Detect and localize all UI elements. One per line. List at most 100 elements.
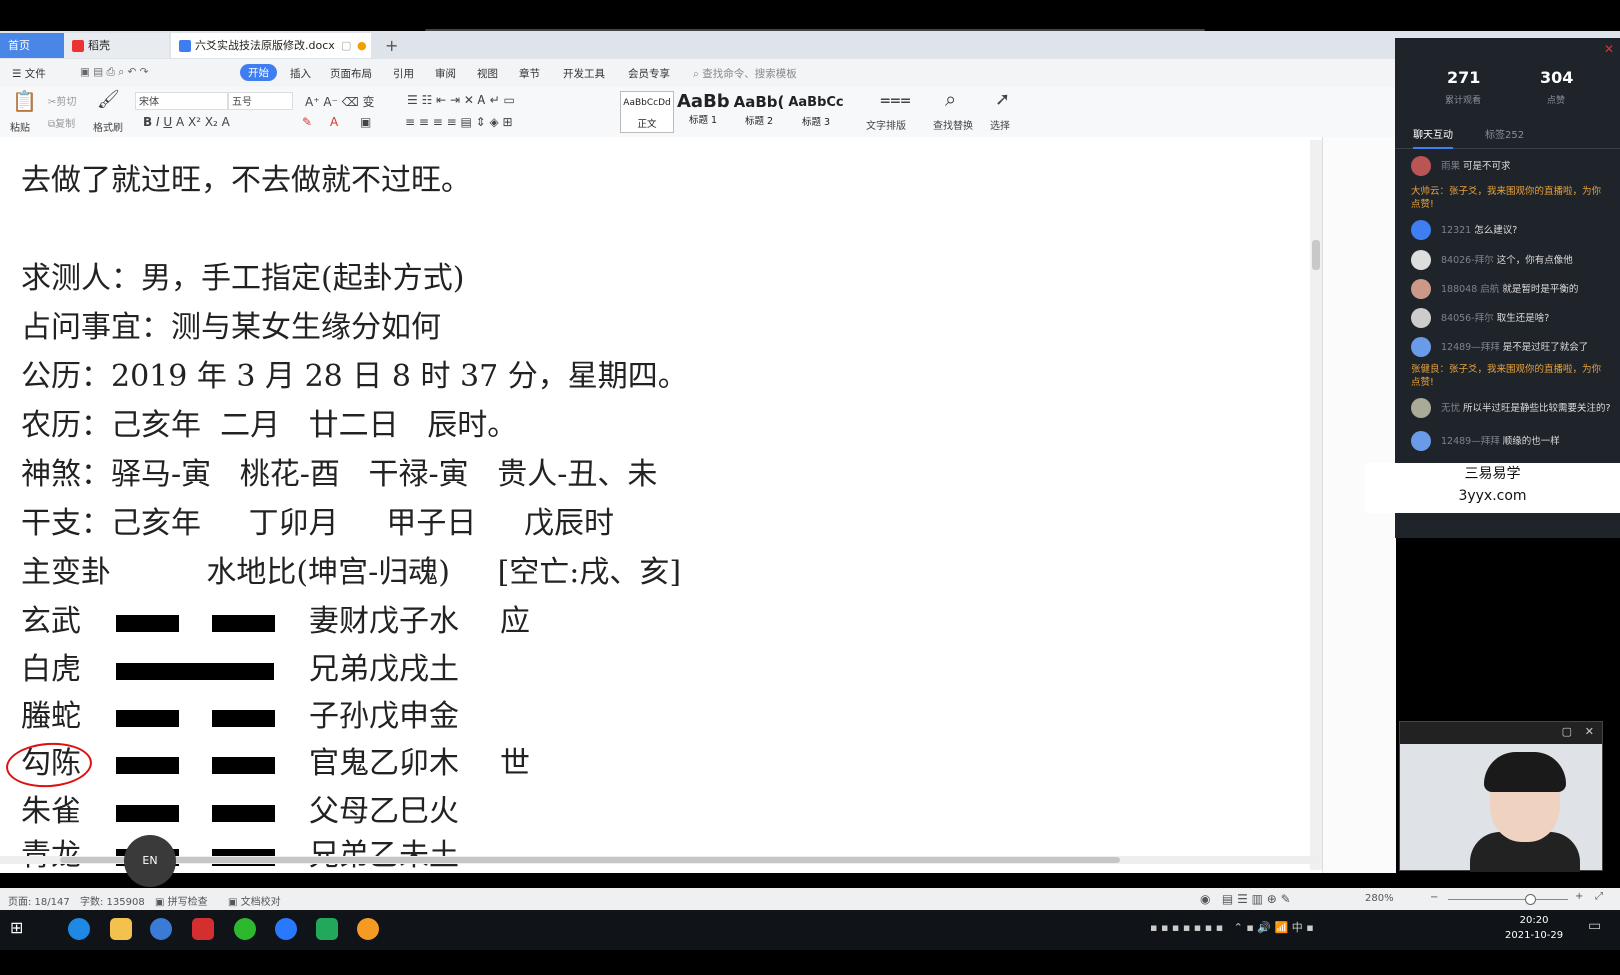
chat-user-name: 张健良 <box>1411 364 1440 375</box>
yin-line-segment <box>116 805 179 822</box>
yin-line-segment <box>212 757 275 774</box>
spell-check-label: 拼写检查 <box>167 897 208 908</box>
horizontal-scrollbar-thumb[interactable] <box>60 857 1120 863</box>
tab-tags[interactable]: 标签252 <box>1485 126 1524 141</box>
menu-insert[interactable]: 插入 <box>290 66 311 81</box>
windows-start-icon[interactable]: ⊞ <box>10 918 32 940</box>
brush-icon[interactable]: 🖌 <box>97 89 120 110</box>
proof-icon: ▣ <box>228 897 238 908</box>
zoom-slider[interactable] <box>1448 899 1568 900</box>
webcam-titlebar: ▢ ✕ <box>1400 722 1602 744</box>
text-layout-button[interactable]: 文字排版 <box>866 117 906 132</box>
menu-review[interactable]: 审阅 <box>435 66 456 81</box>
font-style-icons[interactable]: B I U A X² X₂ A <box>143 115 230 129</box>
ime-en-toggle[interactable]: EN <box>124 835 176 887</box>
tab-document[interactable]: 六爻实战技法原版修改.docx ▢ ● <box>171 33 371 58</box>
hexagram-relation: 妻财戊子水 <box>309 604 459 639</box>
font-name-select[interactable]: 宋体 <box>135 92 228 110</box>
maximize-icon[interactable]: ▢ <box>1562 725 1572 738</box>
app-orange-icon[interactable] <box>357 918 379 940</box>
command-search[interactable]: ⌕ 查找命令、搜索模板 <box>693 66 797 81</box>
browser-icon[interactable] <box>68 918 90 940</box>
wps-icon[interactable] <box>150 918 172 940</box>
wechat-icon[interactable] <box>234 918 256 940</box>
spell-check-icon: ▣ <box>155 897 165 908</box>
tab-monitor-icon[interactable]: ▢ <box>341 33 351 58</box>
paste-icon[interactable]: 📋 <box>12 89 37 113</box>
menu-vip[interactable]: 会员专享 <box>628 66 670 81</box>
tab-draft[interactable]: 稻壳 <box>64 33 169 58</box>
select-button[interactable]: 选择 <box>990 117 1010 132</box>
zoom-minus-icon[interactable]: − <box>1430 892 1438 903</box>
find-replace-button[interactable]: 查找替换 <box>933 117 973 132</box>
chat-text: 取生还是啥? <box>1496 313 1550 324</box>
ribbon-toolbar: 📋 粘贴 ✂剪切 ⧉复制 🖌 格式刷 宋体 五号 A⁺ A⁻ ⌫ 变 B I U… <box>0 87 1395 138</box>
cut-button[interactable]: ✂剪切 <box>48 93 76 108</box>
style-normal[interactable]: AaBbCcDd 正文 <box>620 91 674 133</box>
menu-file[interactable]: ☰ 文件 <box>12 66 46 81</box>
close-icon[interactable]: ✕ <box>1585 725 1594 738</box>
ime-indicator[interactable]: 中 <box>1292 921 1303 934</box>
font-size-select[interactable]: 五号 <box>228 92 293 110</box>
list-icons[interactable]: ☰ ☷ ⇤ ⇥ ✕ Ꭺ ↵ ▭ <box>407 93 515 108</box>
chat-user-name: 无忧 <box>1441 403 1461 414</box>
text-layout-icon: ⩶ <box>880 89 911 110</box>
doc-line-lunar-date: 农历：己亥年 二月 廿二日 辰时。 <box>21 408 518 443</box>
doc-proof-button[interactable]: ▣ 文档校对 <box>228 893 281 908</box>
presenter-hair <box>1484 752 1566 792</box>
tab-home[interactable]: 首页 <box>0 33 64 58</box>
like-count: 304 <box>1540 68 1574 87</box>
webcam-overlay[interactable]: ▢ ✕ <box>1399 721 1603 872</box>
fullscreen-icon[interactable]: ⤢ <box>1595 891 1603 902</box>
wps-office-icon[interactable] <box>192 918 214 940</box>
menu-start[interactable]: 开始 <box>240 64 277 81</box>
view-mode-icons[interactable]: ◉ ▤ ☰ ▥ ⊕ ✎ <box>1200 892 1291 906</box>
app-green-icon[interactable] <box>316 918 338 940</box>
chat-text: 顺缘的也一样 <box>1502 436 1560 447</box>
alignment-icons[interactable]: ≡ ≡ ≡ ≡ ▤ ⇕ ◈ ⊞ <box>405 115 513 129</box>
status-words[interactable]: 字数: 135908 <box>80 893 145 908</box>
style-normal-preview: AaBbCcDd <box>623 98 671 108</box>
font-color-icon[interactable]: A <box>330 115 338 129</box>
menu-layout[interactable]: 页面布局 <box>330 66 372 81</box>
system-tray-icons[interactable]: ▪ ▪ ▪ ▪ ▪ ▪ ▪ ⌃ ▪ 🔊 📶 中 ▪ <box>1150 919 1314 935</box>
tab-chat-interaction[interactable]: 聊天互动 <box>1413 126 1453 149</box>
style-heading-2[interactable]: AaBb( 标题 2 <box>732 91 786 131</box>
clock-date: 2021-10-29 <box>1505 930 1564 941</box>
word-doc-icon <box>179 40 191 52</box>
app-blue-icon[interactable] <box>275 918 297 940</box>
char-border-icon[interactable]: ▣ <box>360 115 371 129</box>
zoom-level[interactable]: 280% <box>1365 893 1394 904</box>
notification-icon[interactable]: ▭ <box>1588 918 1601 934</box>
chat-message: 雨果 可是不可求 <box>1441 160 1611 173</box>
spell-check-button[interactable]: ▣ 拼写检查 <box>155 893 208 908</box>
close-icon[interactable]: ✕ <box>1604 42 1614 56</box>
format-painter-button[interactable]: 格式刷 <box>93 119 123 134</box>
taskbar-clock[interactable]: 20:20 2021-10-29 <box>1505 913 1563 943</box>
watermark-title: 三易易学 <box>1464 466 1521 482</box>
hexagram-six-god: 螣蛇 <box>21 699 81 734</box>
new-tab-button[interactable]: + <box>385 33 405 58</box>
chat-user-name: 大帅云 <box>1411 186 1440 197</box>
highlight-color-icon[interactable]: ✎ <box>302 115 312 129</box>
zoom-plus-icon[interactable]: + <box>1575 891 1583 902</box>
font-size-adjust-icons[interactable]: A⁺ A⁻ ⌫ 变 <box>305 93 375 110</box>
watermark-url: 3yyx.com <box>1458 488 1527 504</box>
menu-chapter[interactable]: 章节 <box>519 66 540 81</box>
style-heading-1[interactable]: AaBb 标题 1 <box>677 91 730 131</box>
menu-references[interactable]: 引用 <box>393 66 414 81</box>
style-heading-3[interactable]: AaBbCc 标题 3 <box>788 91 844 131</box>
copy-button[interactable]: ⧉复制 <box>48 115 75 130</box>
quick-access-icons[interactable]: ▣ ▤ ⎙ ⌕ ↶ ↷ <box>80 66 148 79</box>
search-icon: ⌕ <box>693 68 699 80</box>
file-explorer-icon[interactable] <box>110 918 132 940</box>
menu-view[interactable]: 视图 <box>477 66 498 81</box>
menu-dev-tools[interactable]: 开发工具 <box>563 66 605 81</box>
chat-separator: ： <box>1439 186 1450 197</box>
zoom-slider-thumb[interactable] <box>1525 894 1536 905</box>
status-bar: 页面: 18/147 字数: 135908 ▣ 拼写检查 ▣ 文档校对 ◉ ▤ … <box>0 888 1620 910</box>
doc-line-hexagram: 主变卦 水地比(坤宫-归魂) [空亡:戌、亥] <box>21 555 682 590</box>
vertical-scrollbar-thumb[interactable] <box>1312 240 1320 270</box>
paste-button[interactable]: 粘贴 <box>10 119 30 134</box>
status-page[interactable]: 页面: 18/147 <box>8 893 70 908</box>
